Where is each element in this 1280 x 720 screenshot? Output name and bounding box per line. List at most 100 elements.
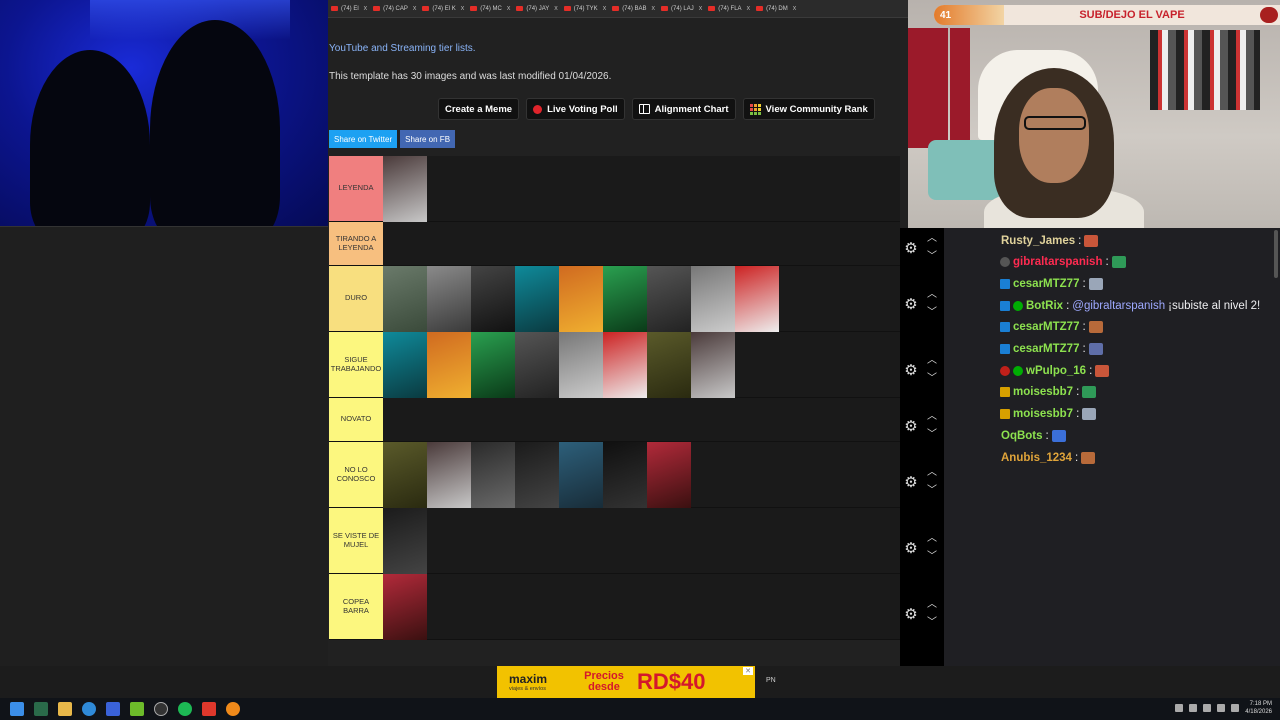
tier-items[interactable] — [383, 222, 900, 265]
chat-scrollbar[interactable] — [1274, 230, 1278, 278]
chevron-down-icon[interactable]: ﹀ — [927, 252, 937, 262]
close-icon[interactable]: x — [461, 5, 465, 12]
gear-icon[interactable]: ⚙ — [904, 297, 918, 312]
browser-tab[interactable]: (74) DM x — [753, 0, 799, 17]
clock[interactable]: 7:18 PM 4/18/2026 — [1245, 700, 1272, 716]
spotify-icon[interactable] — [178, 702, 192, 716]
chat-username[interactable]: cesarMTZ77 — [1013, 321, 1079, 333]
tier-image[interactable] — [647, 332, 691, 398]
tier-label[interactable]: LEYENDA — [329, 156, 383, 221]
wifi-icon[interactable] — [1217, 704, 1226, 712]
gear-icon[interactable]: ⚙ — [904, 475, 918, 490]
close-icon[interactable]: x — [413, 5, 417, 12]
tier-image[interactable] — [559, 266, 603, 332]
chat-mention[interactable]: @gibraltarspanish — [1072, 300, 1165, 312]
close-icon[interactable]: x — [603, 5, 607, 12]
browser-tab[interactable]: (74) El x — [328, 0, 370, 17]
tier-items[interactable] — [383, 508, 900, 574]
nvidia-icon[interactable] — [130, 702, 144, 716]
tier-image[interactable] — [427, 442, 471, 508]
tier-items[interactable] — [383, 156, 900, 222]
tier-label[interactable]: SE VISTE DE MUJEL — [329, 508, 383, 573]
tier-label[interactable]: TIRANDO A LEYENDA — [329, 222, 383, 265]
browser-tab[interactable]: (74) BAB x — [609, 0, 658, 17]
chat-username[interactable]: Rusty_James — [1001, 235, 1075, 247]
chevron-up-icon[interactable] — [1175, 704, 1184, 712]
chevron-up-icon[interactable]: ︿ — [927, 600, 937, 610]
tier-image[interactable] — [515, 442, 559, 508]
tier-label[interactable]: COPEA BARRA — [329, 574, 383, 639]
tier-image[interactable] — [427, 332, 471, 398]
tier-image[interactable] — [383, 508, 427, 574]
chat-username[interactable]: cesarMTZ77 — [1013, 278, 1079, 290]
tier-image[interactable] — [471, 332, 515, 398]
share-facebook-button[interactable]: Share on FB — [400, 130, 456, 148]
tier-image[interactable] — [691, 332, 735, 398]
chat-username[interactable]: wPulpo_16 — [1026, 365, 1086, 377]
community-rank-button[interactable]: View Community Rank — [742, 98, 875, 120]
chevron-down-icon[interactable]: ﹀ — [927, 618, 937, 628]
brave-icon[interactable] — [202, 702, 216, 716]
close-icon[interactable]: x — [793, 5, 797, 12]
close-icon[interactable]: x — [699, 5, 703, 12]
browser-tab[interactable]: (74) LAJ x — [658, 0, 705, 17]
chevron-up-icon[interactable]: ︿ — [927, 356, 937, 366]
browser-tab[interactable]: (74) TYK x — [561, 0, 609, 17]
gear-icon[interactable]: ⚙ — [904, 363, 918, 378]
tier-image[interactable] — [383, 156, 427, 222]
gear-icon[interactable]: ⚙ — [904, 241, 918, 256]
live-voting-poll-button[interactable]: Live Voting Poll — [526, 98, 625, 120]
tier-image[interactable] — [603, 442, 647, 508]
browser-icon[interactable] — [226, 702, 240, 716]
close-icon[interactable]: x — [507, 5, 511, 12]
create-meme-button[interactable]: Create a Meme — [438, 98, 520, 120]
tier-image[interactable] — [471, 442, 515, 508]
tier-image[interactable] — [383, 442, 427, 508]
terminal-icon[interactable] — [34, 702, 48, 716]
volume-icon[interactable] — [1231, 704, 1240, 712]
chevron-down-icon[interactable]: ﹀ — [927, 552, 937, 562]
tier-image[interactable] — [515, 332, 559, 398]
tier-image[interactable] — [427, 266, 471, 332]
tier-image[interactable] — [647, 442, 691, 508]
tier-image[interactable] — [603, 332, 647, 398]
tier-image[interactable] — [383, 574, 427, 640]
close-icon[interactable]: x — [554, 5, 558, 12]
chevron-down-icon[interactable]: ﹀ — [927, 308, 937, 318]
obs-icon[interactable] — [154, 702, 168, 716]
chevron-up-icon[interactable]: ︿ — [927, 412, 937, 422]
ad-banner[interactable]: maxim viajes & envíos Precios desde RD$40… — [497, 666, 755, 698]
mic-icon[interactable] — [1189, 704, 1198, 712]
tier-image[interactable] — [559, 442, 603, 508]
chevron-up-icon[interactable]: ︿ — [927, 290, 937, 300]
ad-close-icon[interactable]: ✕ — [743, 667, 753, 675]
chevron-down-icon[interactable]: ﹀ — [927, 430, 937, 440]
gear-icon[interactable]: ⚙ — [904, 607, 918, 622]
chat-username[interactable]: BotRix — [1026, 300, 1063, 312]
tier-label[interactable]: NOVATO — [329, 398, 383, 441]
tier-items[interactable] — [383, 266, 900, 332]
tier-image[interactable] — [647, 266, 691, 332]
chat-username[interactable]: OqBots — [1001, 430, 1043, 442]
alignment-chart-button[interactable]: Alignment Chart — [631, 98, 736, 120]
tier-items[interactable] — [383, 398, 900, 441]
tier-image[interactable] — [603, 266, 647, 332]
tier-label[interactable]: SIGUE TRABAJANDO — [329, 332, 383, 397]
tier-image[interactable] — [383, 266, 427, 332]
tier-image[interactable] — [691, 266, 735, 332]
close-icon[interactable]: x — [364, 5, 368, 12]
battery-icon[interactable] — [1203, 704, 1212, 712]
chevron-down-icon[interactable]: ﹀ — [927, 374, 937, 384]
chat-username[interactable]: cesarMTZ77 — [1013, 343, 1079, 355]
chevron-down-icon[interactable]: ﹀ — [927, 486, 937, 496]
windows-start-icon[interactable] — [10, 702, 24, 716]
tier-image[interactable] — [559, 332, 603, 398]
browser-tab[interactable]: (74) MC x — [467, 0, 513, 17]
chevron-up-icon[interactable]: ︿ — [927, 534, 937, 544]
gear-icon[interactable]: ⚙ — [904, 541, 918, 556]
tier-items[interactable] — [383, 574, 900, 640]
browser-tab[interactable]: (74) CAP x — [370, 0, 419, 17]
close-icon[interactable]: x — [747, 5, 751, 12]
chat-username[interactable]: moisesbb7 — [1013, 408, 1073, 420]
tier-items[interactable] — [383, 442, 900, 508]
